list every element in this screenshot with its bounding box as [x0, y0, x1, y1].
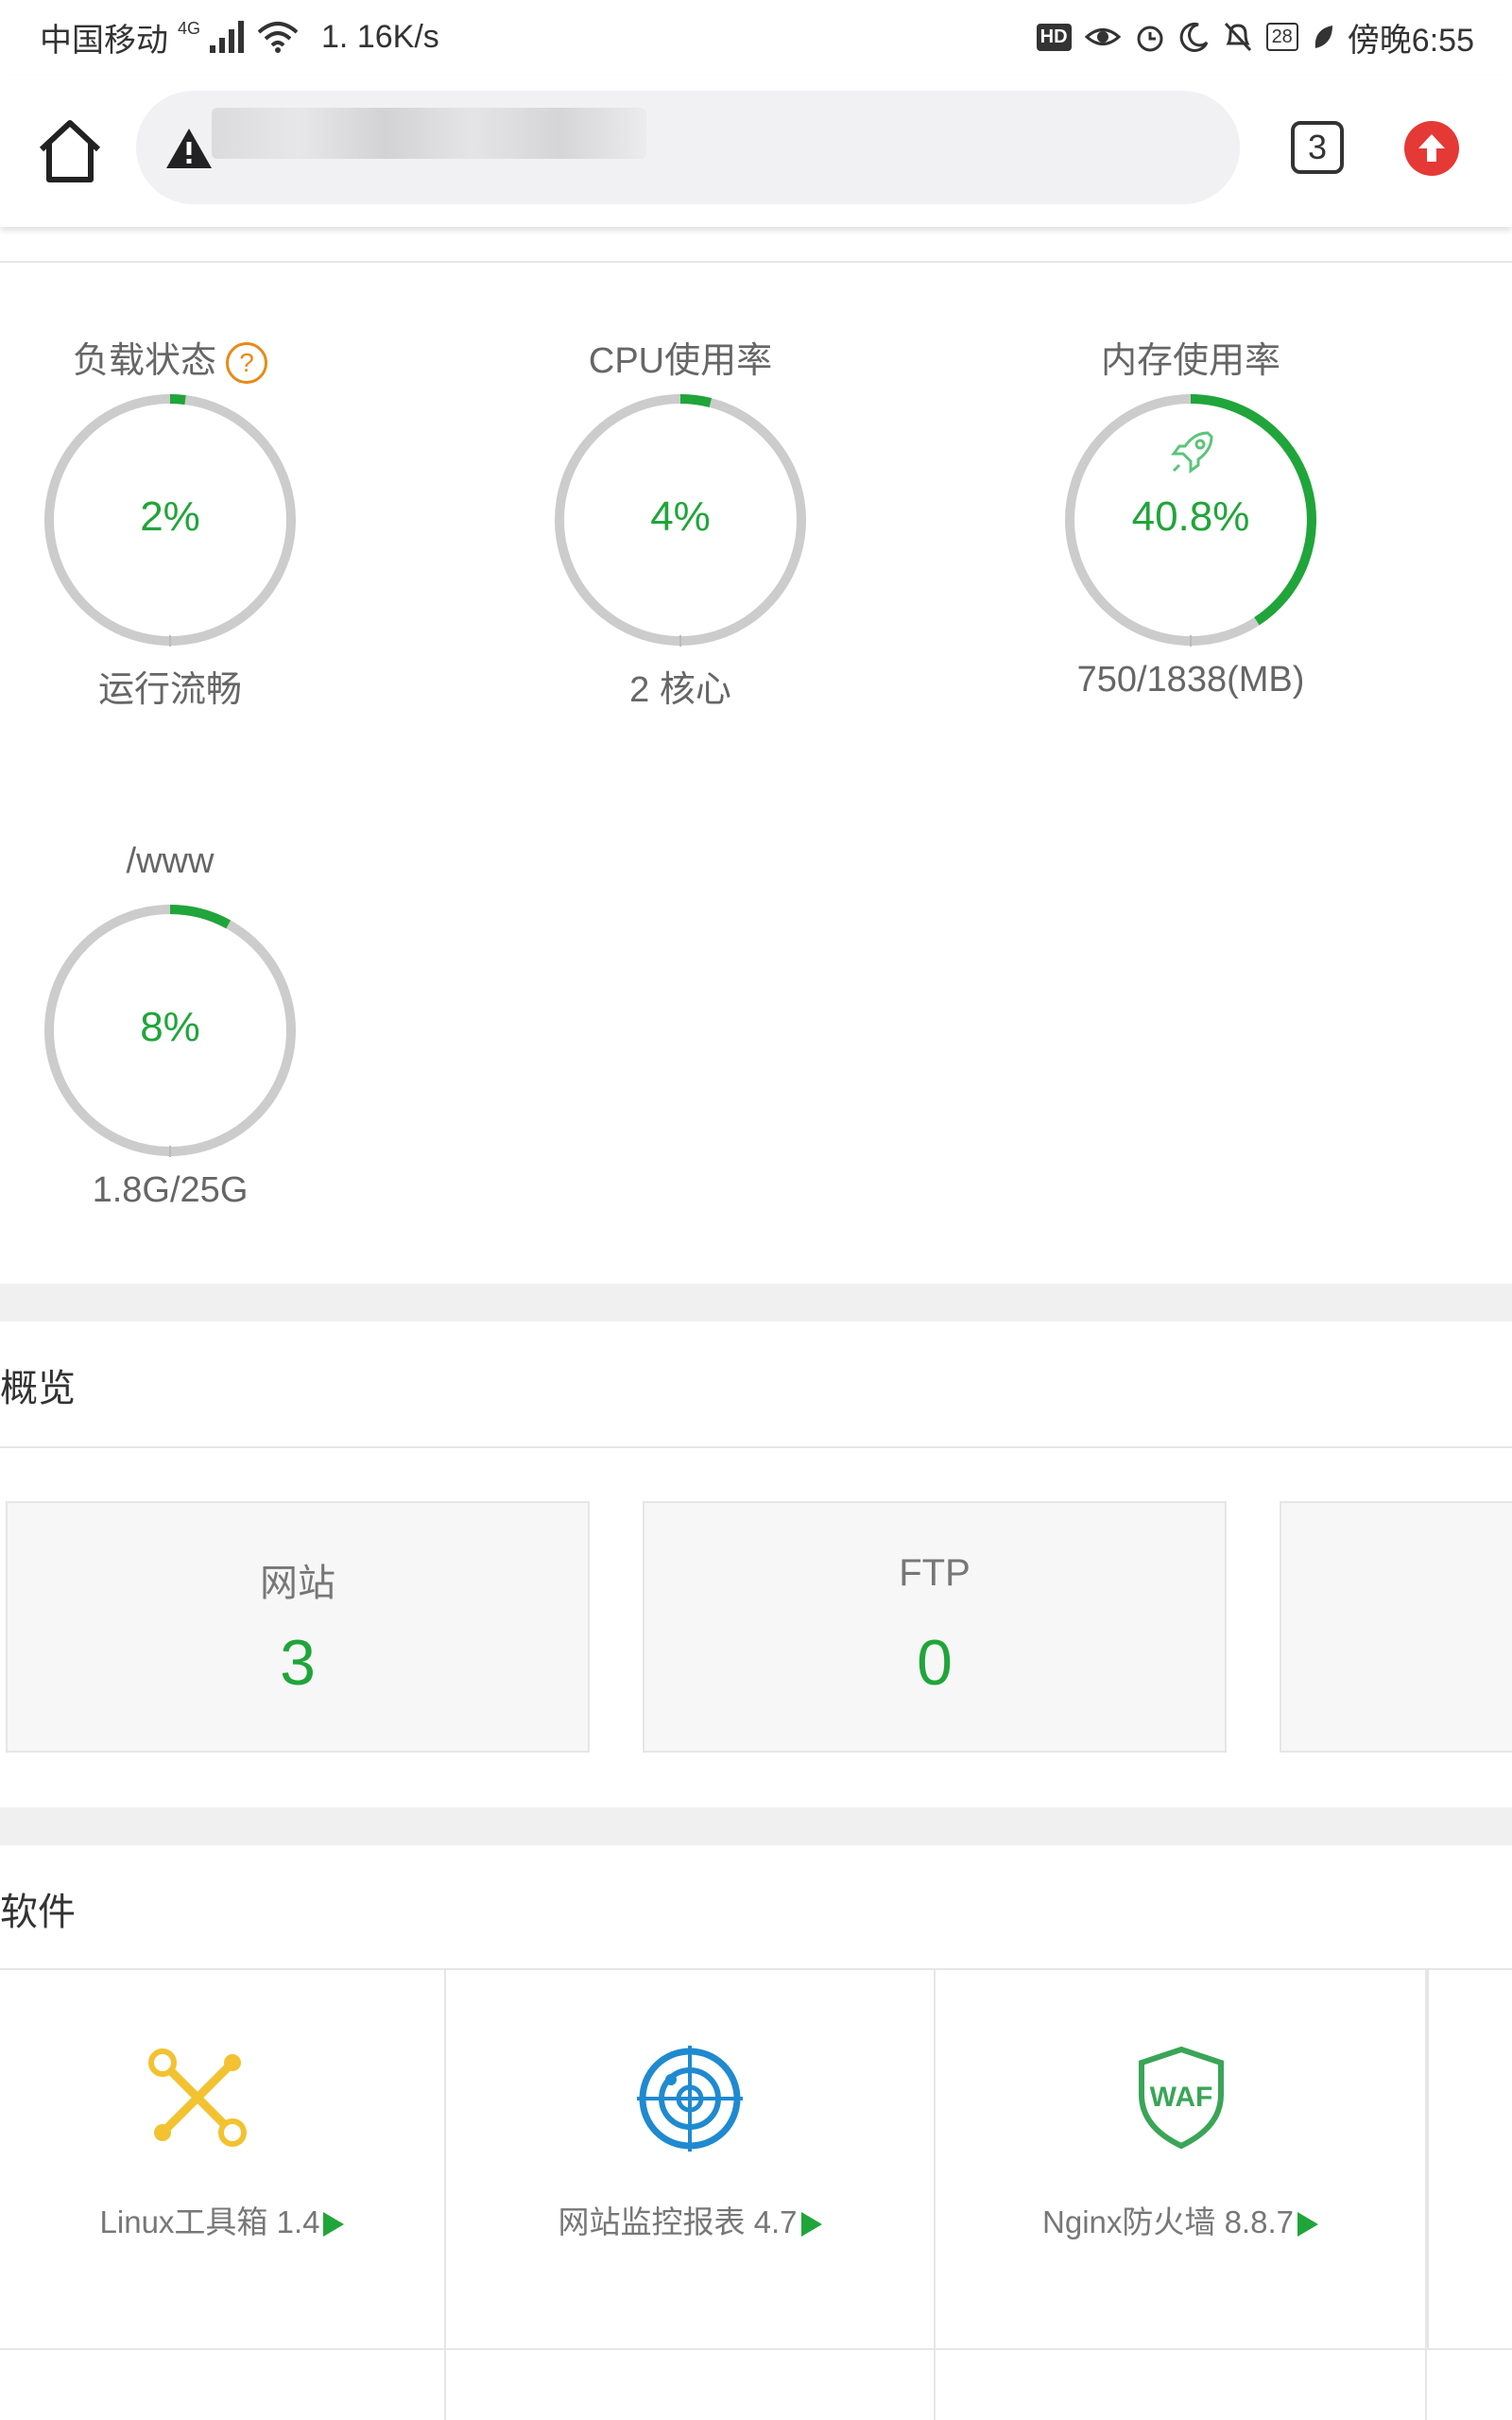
browser-toolbar: 3: [0, 76, 1512, 227]
hd-icon: HD: [1036, 23, 1072, 51]
gauge-value: 4%: [650, 493, 711, 540]
overview-title: 概览: [0, 1368, 76, 1409]
play-icon[interactable]: [800, 2212, 822, 2238]
stat-card-websites[interactable]: 网站 3: [6, 1501, 590, 1753]
software-label-text: 网站监控报表 4.7: [558, 2204, 798, 2239]
home-icon[interactable]: [34, 115, 106, 187]
gauge-title: 内存使用率: [1100, 341, 1280, 381]
stat-value[interactable]: 0: [644, 1626, 1225, 1700]
software-item-partial[interactable]: [1427, 1970, 1512, 2348]
moon-icon: [1179, 22, 1208, 52]
stat-card-partial[interactable]: [1280, 1501, 1512, 1753]
cell-border: [444, 2350, 446, 2420]
wifi-icon: [257, 22, 299, 53]
update-button[interactable]: [1404, 121, 1459, 176]
carrier-label: 中国移动: [40, 22, 168, 59]
alarm-icon: [1137, 26, 1163, 52]
gauge-subtitle: 750/1838(MB): [1076, 660, 1305, 700]
software-label[interactable]: Linux工具箱 1.4: [0, 2197, 444, 2242]
svg-text:WAF: WAF: [1150, 2082, 1213, 2113]
gauge-title: CPU使用率: [588, 341, 773, 381]
tools-icon: [148, 2048, 247, 2147]
arrow-up-icon: [1418, 134, 1445, 162]
software-label-text: Linux工具箱 1.4: [99, 2204, 320, 2239]
help-icon[interactable]: ?: [226, 341, 267, 384]
gauge-arc: [679, 394, 713, 407]
software-item-nginx-waf[interactable]: WAF Nginx防火墙 8.8.7: [936, 1970, 1427, 2348]
gauge-cpu[interactable]: CPU使用率 4% 2 核心: [520, 321, 841, 718]
gauge-title: 负载状态?: [9, 331, 331, 384]
content-top-divider: [0, 261, 1512, 263]
gauge-value: 2%: [140, 493, 200, 540]
gauge-load[interactable]: 负载状态? 2% 运行流畅: [9, 321, 331, 718]
status-bar: 中国移动 4G 1. 16K/s HD 28 傍晚6:55: [0, 0, 1512, 76]
stat-value[interactable]: 3: [8, 1626, 588, 1700]
gauge-subtitle: 1.8G/25G: [92, 1170, 249, 1210]
software-item-site-monitor[interactable]: 网站监控报表 4.7: [446, 1970, 936, 2348]
gauge-arc: [169, 394, 186, 405]
play-icon[interactable]: [323, 2212, 345, 2238]
mute-bell-icon: [1224, 22, 1251, 52]
software-title: 软件: [0, 1892, 76, 1933]
battery-level: 28: [1271, 26, 1293, 47]
status-right: HD 28 傍晚6:55: [1036, 13, 1474, 60]
rocket-icon[interactable]: [1166, 425, 1219, 478]
waf-shield-icon: WAF: [1139, 2046, 1224, 2150]
radar-icon: [637, 2046, 743, 2152]
cell-border: [1425, 2350, 1427, 2420]
software-row-2: [0, 2350, 1512, 2420]
gauge-arc: [169, 905, 232, 929]
eye-icon: [1084, 28, 1121, 45]
gauge-disk[interactable]: /www 8% 1.8G/25G: [9, 832, 331, 1229]
gauge-value: 40.8%: [1131, 493, 1250, 540]
status-left: 中国移动 4G 1. 16K/s: [40, 13, 439, 60]
clock-time: 傍晚6:55: [1347, 22, 1474, 59]
software-item-linux-toolbox[interactable]: Linux工具箱 1.4: [0, 1970, 446, 2348]
play-icon[interactable]: [1297, 2212, 1318, 2238]
section-separator: [0, 1284, 1512, 1322]
gauge-title: /www: [126, 841, 215, 881]
signal-icon: [210, 21, 245, 53]
network-speed: 1. 16K/s: [321, 18, 439, 55]
gauge-subtitle: 运行流畅: [97, 670, 242, 710]
stat-label: FTP: [899, 1552, 971, 1594]
gauge-title-text: 负载状态: [72, 341, 216, 381]
overview-divider: [0, 1446, 1512, 1448]
cell-border: [934, 2350, 936, 2420]
tab-count-button[interactable]: 3: [1291, 121, 1344, 174]
stat-label: 网站: [260, 1563, 335, 1604]
leaf-icon: [1314, 26, 1332, 48]
network-type: 4G: [178, 19, 201, 38]
url-text-redacted[interactable]: [212, 108, 646, 159]
gauge-subtitle: 2 核心: [629, 670, 731, 710]
software-label-text: Nginx防火墙 8.8.7: [1042, 2204, 1294, 2239]
section-separator: [0, 1807, 1512, 1845]
warning-icon[interactable]: [164, 127, 214, 170]
url-bar[interactable]: [136, 91, 1240, 204]
gauge-memory[interactable]: 内存使用率 40.8% 750/1838(MB): [1030, 321, 1351, 718]
software-label[interactable]: Nginx防火墙 8.8.7: [936, 2197, 1425, 2242]
stat-card-ftp[interactable]: FTP 0: [643, 1501, 1227, 1753]
gauge-value: 8%: [140, 1004, 200, 1050]
battery-icon: 28: [1265, 23, 1298, 51]
software-label[interactable]: 网站监控报表 4.7: [446, 2197, 934, 2242]
